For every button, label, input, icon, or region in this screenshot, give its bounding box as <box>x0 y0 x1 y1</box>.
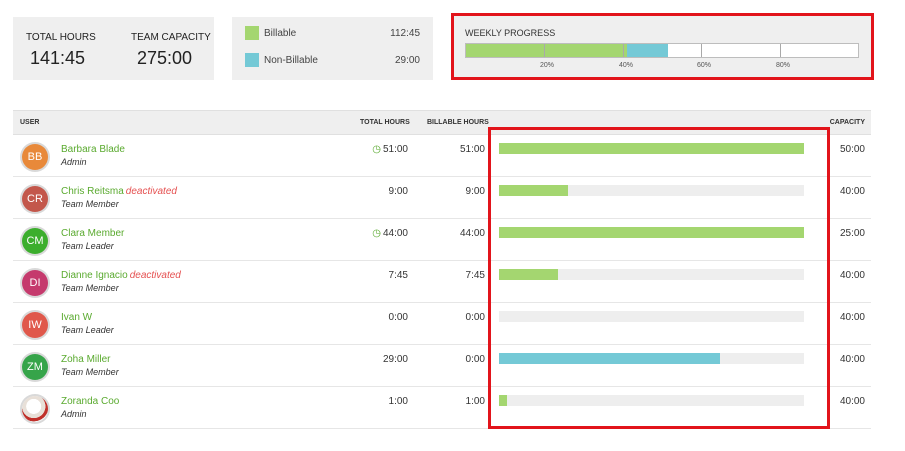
billable-hours-cell: 0:00 <box>465 354 485 365</box>
avatar-initials: IW <box>28 319 42 331</box>
weekly-progress-nonbillable-segment <box>626 44 668 57</box>
avatar-initials: CR <box>27 193 43 205</box>
billable-hours-cell: 9:00 <box>465 186 485 197</box>
total-hours-value: 44:00 <box>382 228 408 239</box>
user-name[interactable]: Zoranda Coo <box>61 396 119 407</box>
user-column-header[interactable]: USER <box>20 119 39 126</box>
avatar[interactable]: CM <box>22 228 48 254</box>
capacity-cell: 25:00 <box>839 228 865 239</box>
team-capacity-label: TEAM CAPACITY <box>131 32 211 43</box>
billable-hours-cell: 44:00 <box>459 228 485 239</box>
total-hours-cell: 0:00 <box>389 312 408 323</box>
total-hours-cell: ◷ 44:00 <box>372 228 408 239</box>
total-hours-value: 51:00 <box>382 144 408 155</box>
avatar-initials: DI <box>29 277 41 289</box>
capacity-cell: 40:00 <box>839 186 865 197</box>
user-name-link[interactable]: Ivan W <box>61 312 94 323</box>
total-hours-cell: 9:00 <box>389 186 408 197</box>
avatar-initials: CM <box>26 235 44 247</box>
clock-icon: ◷ <box>372 228 381 239</box>
nonbillable-swatch <box>245 53 259 67</box>
total-hours-value: 1:00 <box>388 396 408 407</box>
user-name-link[interactable]: Clara Member <box>61 228 126 239</box>
progress-tick-60 <box>701 44 703 57</box>
user-name[interactable]: Chris Reitsma <box>61 186 124 197</box>
billable-hours-column-header[interactable]: BILLABLE HOURS <box>427 119 489 126</box>
capacity-cell: 40:00 <box>839 354 865 365</box>
weekly-progress-title: WEEKLY PROGRESS <box>465 28 556 38</box>
user-name-link[interactable]: Zoranda Coo <box>61 396 121 407</box>
nonbillable-label: Non-Billable <box>264 55 318 66</box>
tick-label-60: 60% <box>696 62 712 69</box>
avatar[interactable]: DI <box>22 270 48 296</box>
user-name-link[interactable]: Barbara Blade <box>61 144 127 155</box>
capacity-cell: 40:00 <box>839 396 865 407</box>
avatar[interactable]: ZM <box>22 354 48 380</box>
weekly-progress-panel: WEEKLY PROGRESS 20% 40% 60% 80% <box>451 13 874 80</box>
user-role: Admin <box>61 157 87 167</box>
deactivated-label: deactivated <box>129 270 181 281</box>
progress-tick-80 <box>779 44 781 57</box>
capacity-column-header[interactable]: CAPACITY <box>830 119 865 126</box>
billable-label: Billable <box>264 28 297 39</box>
total-hours-value: 9:00 <box>388 186 408 197</box>
progress-tick-40 <box>622 44 624 57</box>
total-hours-cell: 29:00 <box>383 354 408 365</box>
total-hours-label: TOTAL HOURS <box>26 32 96 43</box>
avatar[interactable]: BB <box>22 144 48 170</box>
highlight-box <box>488 127 830 429</box>
user-name-link[interactable]: Dianne Ignacio deactivated <box>61 270 181 281</box>
billable-hours-cell: 51:00 <box>459 144 485 155</box>
deactivated-label: deactivated <box>125 186 177 197</box>
capacity-cell: 50:00 <box>839 144 865 155</box>
user-name-link[interactable]: Zoha Miller <box>61 354 112 365</box>
billable-hours: 112:45 <box>390 28 420 39</box>
user-name-link[interactable]: Chris Reitsma deactivated <box>61 186 177 197</box>
total-hours-value: 7:45 <box>388 270 408 281</box>
capacity-cell: 40:00 <box>839 312 865 323</box>
user-role: Team Member <box>61 367 119 377</box>
capacity-cell: 40:00 <box>839 270 865 281</box>
avatar-initials: BB <box>27 151 43 163</box>
total-hours-value: 29:00 <box>382 354 408 365</box>
total-hours-value: 0:00 <box>388 312 408 323</box>
user-role: Team Leader <box>61 241 114 251</box>
avatar[interactable] <box>22 396 48 422</box>
weekly-progress-billable-segment <box>466 44 627 57</box>
avatar-initials: ZM <box>27 361 43 373</box>
user-name[interactable]: Barbara Blade <box>61 144 125 155</box>
user-name[interactable]: Dianne Ignacio <box>61 270 128 281</box>
user-name[interactable]: Clara Member <box>61 228 124 239</box>
team-capacity-value: 275:00 <box>137 48 193 68</box>
billable-hours-cell: 1:00 <box>465 396 485 407</box>
user-role: Team Member <box>61 199 119 209</box>
avatar[interactable]: IW <box>22 312 48 338</box>
weekly-progress-bar <box>465 43 859 58</box>
tick-label-20: 20% <box>539 62 555 69</box>
user-role: Team Leader <box>61 325 114 335</box>
billable-hours-cell: 7:45 <box>465 270 485 281</box>
user-name[interactable]: Ivan W <box>61 312 92 323</box>
tick-label-40: 40% <box>618 62 634 69</box>
nonbillable-hours: 29:00 <box>394 55 420 66</box>
legend-card: Billable 112:45 Non-Billable 29:00 <box>232 17 433 80</box>
user-role: Team Member <box>61 283 119 293</box>
progress-tick-20 <box>544 44 546 57</box>
tick-label-80: 80% <box>775 62 791 69</box>
avatar[interactable]: CR <box>22 186 48 212</box>
clock-icon: ◷ <box>372 144 381 155</box>
billable-hours-cell: 0:00 <box>465 312 485 323</box>
summary-card: TOTAL HOURS 141:45 TEAM CAPACITY 275:00 <box>13 17 214 80</box>
billable-swatch <box>245 26 259 40</box>
user-role: Admin <box>61 409 87 419</box>
total-hours-cell: ◷ 51:00 <box>372 144 408 155</box>
total-hours-cell: 1:00 <box>389 396 408 407</box>
user-name[interactable]: Zoha Miller <box>61 354 110 365</box>
total-hours-value: 141:45 <box>30 48 86 68</box>
total-hours-cell: 7:45 <box>389 270 408 281</box>
total-hours-column-header[interactable]: TOTAL HOURS <box>360 119 410 126</box>
